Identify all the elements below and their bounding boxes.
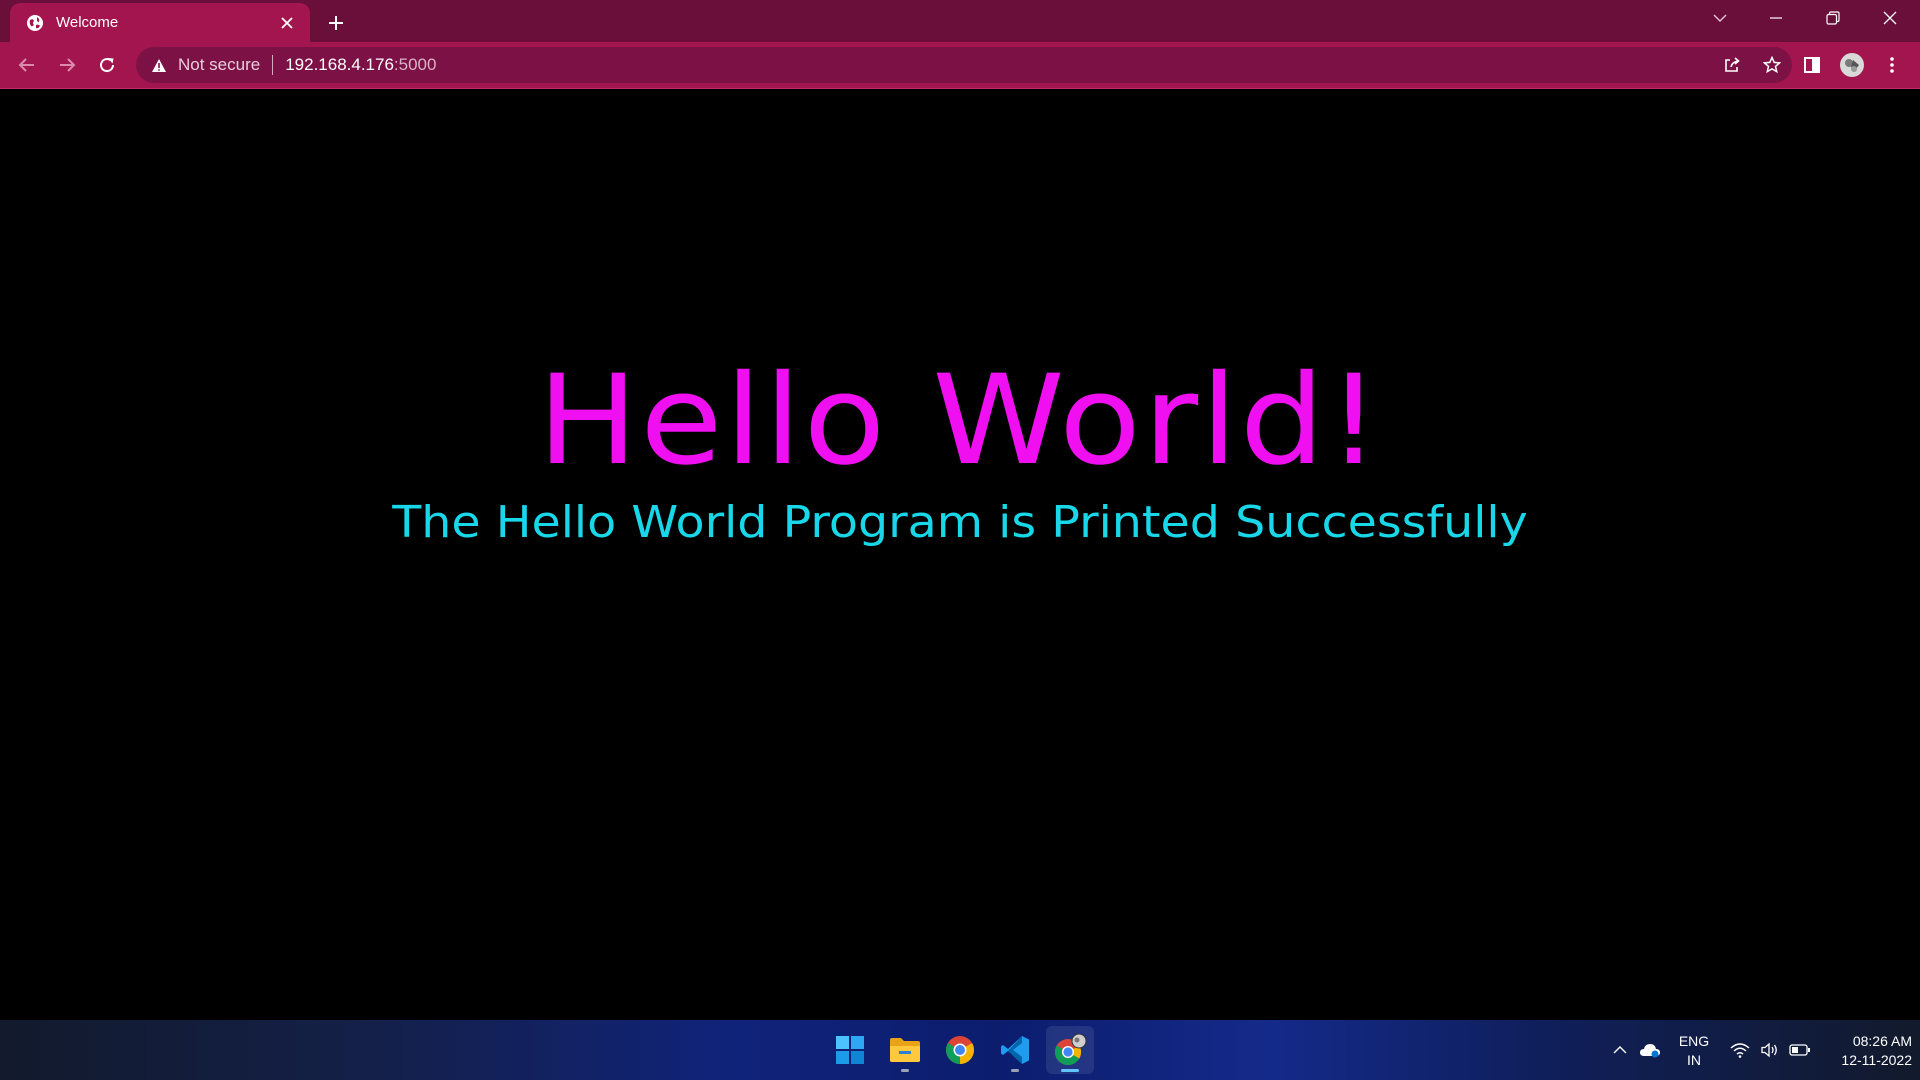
share-icon[interactable] [1712, 47, 1752, 83]
tab-strip: Welcome [0, 0, 1920, 42]
tab-welcome[interactable]: Welcome [10, 3, 310, 42]
minimize-button[interactable] [1748, 0, 1804, 36]
running-indicator [901, 1069, 909, 1072]
file-explorer-icon [890, 1038, 920, 1062]
reload-button[interactable] [91, 49, 123, 81]
browser-toolbar: Not secure 192.168.4.176 :5000 [0, 42, 1920, 88]
close-icon[interactable] [276, 12, 298, 34]
chrome-profile-button[interactable] [1046, 1026, 1094, 1074]
page-subheading: The Hello World Program is Printed Succe… [392, 497, 1528, 548]
running-indicator [1011, 1069, 1019, 1072]
chrome-button[interactable] [936, 1026, 984, 1074]
language-indicator[interactable]: ENG IN [1676, 1032, 1712, 1070]
clock-time: 08:26 AM [1852, 1033, 1912, 1049]
onedrive-icon[interactable] [1638, 1038, 1662, 1062]
page-heading: Hello World! [537, 349, 1383, 493]
close-window-button[interactable] [1862, 0, 1918, 36]
tab-search-button[interactable] [1692, 0, 1748, 36]
new-tab-button[interactable] [322, 9, 350, 37]
url-port[interactable]: :5000 [394, 55, 437, 75]
chrome-icon [946, 1036, 974, 1064]
chrome-profile-icon [1054, 1033, 1087, 1066]
region-code: IN [1687, 1052, 1701, 1068]
file-explorer-button[interactable] [881, 1026, 929, 1074]
vscode-button[interactable] [991, 1026, 1039, 1074]
warning-icon[interactable] [150, 56, 168, 74]
clock[interactable]: 08:26 AM 12-11-2022 [1818, 1032, 1912, 1070]
volume-icon[interactable] [1758, 1038, 1782, 1062]
wifi-icon[interactable] [1728, 1038, 1752, 1062]
active-indicator [1061, 1069, 1079, 1072]
windows-taskbar: ENG IN 08:26 AM 12-11-2022 [0, 1020, 1920, 1080]
battery-icon[interactable] [1788, 1038, 1812, 1062]
vscode-icon [1001, 1036, 1029, 1064]
start-button[interactable] [826, 1026, 874, 1074]
url-host[interactable]: 192.168.4.176 [285, 55, 394, 75]
back-button[interactable] [11, 49, 43, 81]
web-page: Hello World! The Hello World Program is … [0, 89, 1920, 1020]
address-bar[interactable]: Not secure 192.168.4.176 :5000 [136, 47, 1792, 83]
restore-button[interactable] [1805, 0, 1861, 36]
language-code: ENG [1678, 1033, 1710, 1049]
globe-icon [26, 14, 44, 32]
star-icon[interactable] [1752, 47, 1792, 83]
avatar-icon[interactable] [1836, 49, 1868, 81]
start-icon [836, 1036, 864, 1064]
security-status[interactable]: Not secure [178, 55, 260, 75]
tab-title: Welcome [56, 14, 119, 31]
forward-button[interactable] [51, 49, 83, 81]
divider [272, 55, 274, 75]
side-panel-icon[interactable] [1796, 49, 1828, 81]
chevron-up-icon[interactable] [1608, 1038, 1632, 1062]
kebab-menu-icon[interactable] [1876, 49, 1908, 81]
clock-date: 12-11-2022 [1841, 1052, 1912, 1068]
